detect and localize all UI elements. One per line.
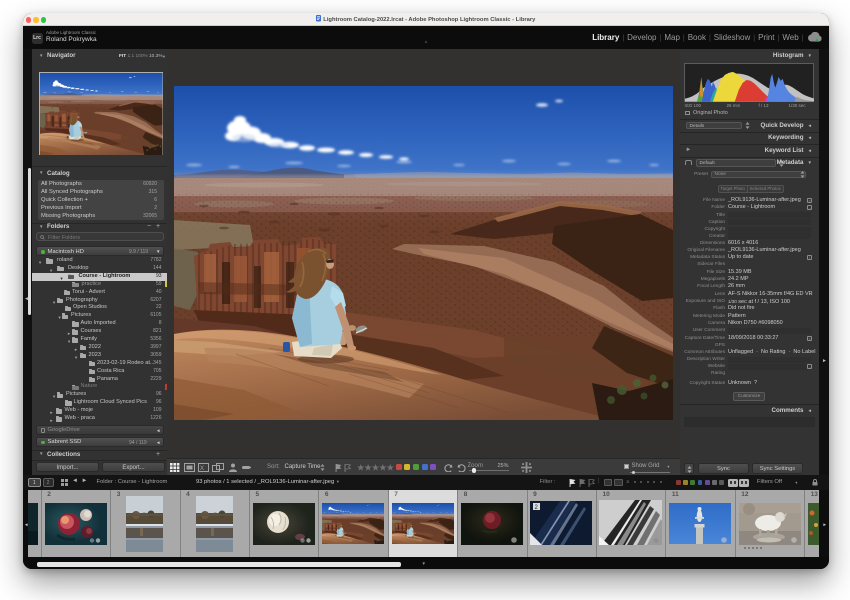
svg-text:X: X xyxy=(200,466,204,472)
